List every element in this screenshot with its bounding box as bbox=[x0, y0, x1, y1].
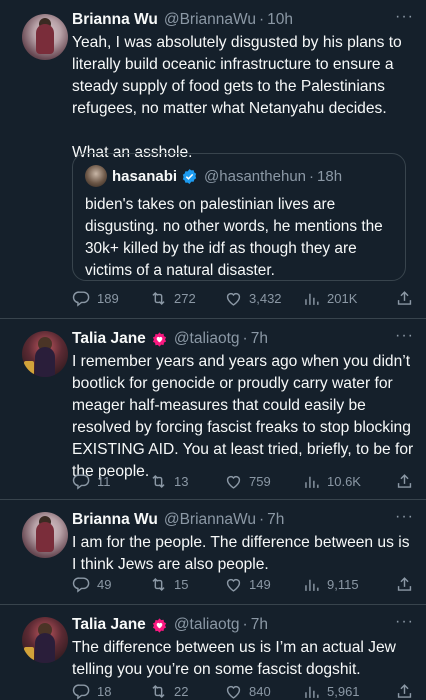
reply-button[interactable]: 189 bbox=[72, 289, 119, 308]
timestamp[interactable]: 7h bbox=[251, 330, 268, 348]
share-icon bbox=[397, 683, 412, 698]
verified-badge-icon bbox=[182, 168, 197, 184]
like-button[interactable]: 3,432 bbox=[224, 289, 282, 308]
tweet-text: The difference between us is I’m an actu… bbox=[72, 639, 396, 678]
views-chart-icon bbox=[305, 579, 319, 591]
like-count: 759 bbox=[249, 473, 271, 489]
separator: · bbox=[242, 330, 248, 347]
separator: · bbox=[258, 511, 265, 528]
like-count: 840 bbox=[249, 683, 271, 699]
quote-tweet[interactable]: hasanabi @hasanthehun · 18h biden's take… bbox=[72, 153, 406, 281]
retweet-count: 15 bbox=[174, 576, 189, 592]
heart-icon bbox=[226, 475, 241, 489]
view-count: 5,961 bbox=[327, 683, 360, 699]
tweet-3[interactable]: Brianna Wu @BriannaWu · 7h ··· I am for … bbox=[0, 500, 426, 604]
timestamp[interactable]: 10h bbox=[267, 11, 293, 29]
reply-button[interactable]: 18 bbox=[72, 682, 111, 700]
avatar[interactable] bbox=[22, 617, 68, 663]
retweet-button[interactable]: 272 bbox=[149, 289, 196, 308]
more-options-icon[interactable]: ··· bbox=[395, 8, 414, 26]
views-button[interactable]: 5,961 bbox=[302, 682, 360, 700]
views-button[interactable]: 10.6K bbox=[302, 472, 361, 491]
share-button[interactable] bbox=[395, 575, 414, 594]
timestamp[interactable]: 7h bbox=[251, 616, 268, 634]
heart-icon bbox=[226, 685, 241, 699]
views-chart-icon bbox=[305, 293, 319, 305]
avatar[interactable] bbox=[22, 512, 68, 558]
tweet-2[interactable]: Talia Jane @taliaotg · 7h ··· I remember… bbox=[0, 319, 426, 499]
author-name[interactable]: Talia Jane bbox=[72, 616, 146, 634]
retweet-icon bbox=[152, 684, 165, 698]
retweet-button[interactable]: 22 bbox=[149, 682, 188, 700]
timestamp[interactable]: 7h bbox=[267, 511, 284, 529]
like-button[interactable]: 759 bbox=[224, 472, 271, 491]
like-button[interactable]: 149 bbox=[224, 575, 271, 594]
tweet-text: I am for the people. The difference betw… bbox=[72, 534, 410, 573]
share-button[interactable] bbox=[395, 682, 414, 700]
views-button[interactable]: 201K bbox=[302, 289, 357, 308]
reply-icon bbox=[72, 683, 90, 700]
views-chart-icon bbox=[305, 686, 319, 698]
author-handle[interactable]: @taliaotg bbox=[174, 616, 240, 634]
heart-icon bbox=[226, 292, 241, 306]
reply-count: 18 bbox=[97, 683, 112, 699]
tweet-text: Yeah, I was absolutely disgusted by his … bbox=[72, 34, 402, 161]
retweet-count: 22 bbox=[174, 683, 189, 699]
share-icon bbox=[397, 473, 412, 488]
quote-avatar bbox=[85, 165, 107, 187]
avatar[interactable] bbox=[22, 331, 68, 377]
reply-count: 49 bbox=[97, 576, 112, 592]
share-icon bbox=[397, 290, 412, 305]
separator: · bbox=[242, 616, 248, 633]
author-handle[interactable]: @BriannaWu bbox=[164, 511, 256, 529]
retweet-count: 13 bbox=[174, 473, 189, 489]
share-button[interactable] bbox=[395, 289, 414, 308]
share-icon bbox=[397, 576, 412, 591]
views-button[interactable]: 9,115 bbox=[302, 575, 359, 594]
like-count: 3,432 bbox=[249, 290, 282, 306]
separator: · bbox=[258, 11, 265, 28]
author-handle[interactable]: @BriannaWu bbox=[164, 11, 256, 29]
share-button[interactable] bbox=[395, 472, 414, 491]
heart-badge-icon bbox=[152, 331, 166, 347]
more-options-icon[interactable]: ··· bbox=[395, 613, 414, 631]
view-count: 201K bbox=[327, 290, 358, 306]
reply-count: 11 bbox=[97, 473, 111, 489]
heart-badge-icon bbox=[152, 617, 166, 633]
more-options-icon[interactable]: ··· bbox=[395, 508, 414, 526]
reply-icon bbox=[72, 473, 90, 490]
retweet-icon bbox=[152, 577, 165, 591]
reply-button[interactable]: 49 bbox=[72, 575, 111, 594]
retweet-button[interactable]: 15 bbox=[149, 575, 188, 594]
quote-author-name: hasanabi bbox=[112, 167, 178, 185]
reply-button[interactable]: 11 bbox=[72, 472, 111, 491]
like-count: 149 bbox=[249, 576, 271, 592]
more-options-icon[interactable]: ··· bbox=[395, 327, 414, 345]
quote-timestamp: 18h bbox=[317, 167, 343, 185]
view-count: 10.6K bbox=[327, 473, 361, 489]
like-button[interactable]: 840 bbox=[224, 682, 271, 700]
author-name[interactable]: Talia Jane bbox=[72, 330, 146, 348]
retweet-count: 272 bbox=[174, 290, 196, 306]
separator: · bbox=[309, 167, 315, 185]
view-count: 9,115 bbox=[327, 576, 359, 592]
author-name[interactable]: Brianna Wu bbox=[72, 11, 158, 29]
author-name[interactable]: Brianna Wu bbox=[72, 511, 158, 529]
retweet-icon bbox=[152, 291, 165, 305]
retweet-icon bbox=[152, 474, 165, 488]
retweet-button[interactable]: 13 bbox=[149, 472, 188, 491]
quote-author-handle: @hasanthehun bbox=[204, 167, 307, 185]
quote-text: biden's takes on palestinian lives are d… bbox=[85, 196, 383, 279]
views-chart-icon bbox=[305, 476, 319, 488]
avatar[interactable] bbox=[22, 14, 68, 60]
heart-icon bbox=[226, 578, 241, 592]
tweet-4[interactable]: Talia Jane @taliaotg · 7h ··· The differ… bbox=[0, 605, 426, 700]
tweet-text: I remember years and years ago when you … bbox=[72, 353, 414, 480]
author-handle[interactable]: @taliaotg bbox=[174, 330, 240, 348]
reply-count: 189 bbox=[97, 290, 119, 306]
tweet-1[interactable]: Brianna Wu @BriannaWu · 10h ··· Yeah, I … bbox=[0, 0, 426, 318]
reply-icon bbox=[72, 576, 90, 593]
reply-icon bbox=[72, 290, 90, 307]
